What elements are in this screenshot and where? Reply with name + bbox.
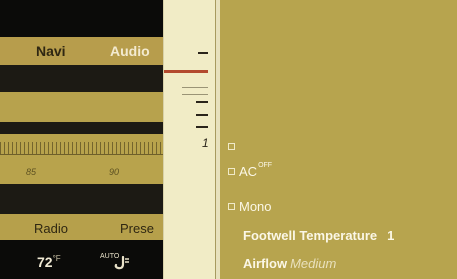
slider-tick [196,101,208,103]
temperature-unit: °F [52,254,61,263]
checkbox[interactable] [228,168,235,176]
tab-radio[interactable]: Radio [34,221,68,236]
airflow-value: Medium [290,256,337,271]
menu-item-ac[interactable]: ACOFF [228,162,273,179]
audio-source-tabs: Radio Prese [0,214,163,240]
audio-background-panel: Navi Audio 85 90 Radio Prese 72°F AUTO [0,0,163,279]
checkbox[interactable] [228,203,235,211]
frequency-scale: 85 90 [0,134,163,184]
climate-status-bar: 72°F AUTO [0,240,163,279]
airflow-label: Airflow [243,256,288,271]
separator [0,65,163,92]
level-slider[interactable]: 1 [163,0,216,279]
slider-current-indicator[interactable] [164,70,208,73]
ac-state-label: OFF [258,162,273,169]
separator [0,122,163,134]
mono-label: Mono [239,199,272,214]
slider-tick [196,114,208,116]
frequency-label: 85 [26,167,37,177]
menu-item-mono[interactable]: Mono [228,199,272,214]
menu-item-blank[interactable] [228,139,239,154]
scale-ticks [0,142,163,154]
footwell-label: Footwell Temperature [243,228,378,243]
temperature-readout[interactable]: 72°F [37,254,61,270]
menu-item-airflow[interactable]: Airflow Medium [243,256,336,271]
top-bar [0,0,163,37]
menu-item-footwell-temperature[interactable]: Footwell Temperature 1 [243,228,394,243]
footwell-level: 1 [387,228,395,243]
main-tabs: Navi Audio [0,37,163,65]
frequency-label: 90 [109,167,120,177]
slider-tick-double [182,87,208,95]
tab-navi[interactable]: Navi [36,43,66,59]
ac-label: AC [239,164,258,179]
separator [0,184,163,214]
auto-fan-indicator[interactable]: AUTO [100,253,134,271]
fan-icon [114,256,129,270]
slider-tick [196,126,208,128]
climate-screen: Navi Audio 85 90 Radio Prese 72°F AUTO 1… [0,0,457,279]
slider-level-number: 1 [202,136,209,150]
checkbox[interactable] [228,143,235,151]
temperature-value: 72 [37,254,53,270]
climate-menu: ACOFF Mono Footwell Temperature 1 Airflow… [220,0,457,279]
tab-audio[interactable]: Audio [110,43,150,59]
scale-baseline [0,154,163,155]
slider-tick [198,52,208,54]
station-band [0,92,163,122]
tab-presets[interactable]: Prese [120,221,154,236]
